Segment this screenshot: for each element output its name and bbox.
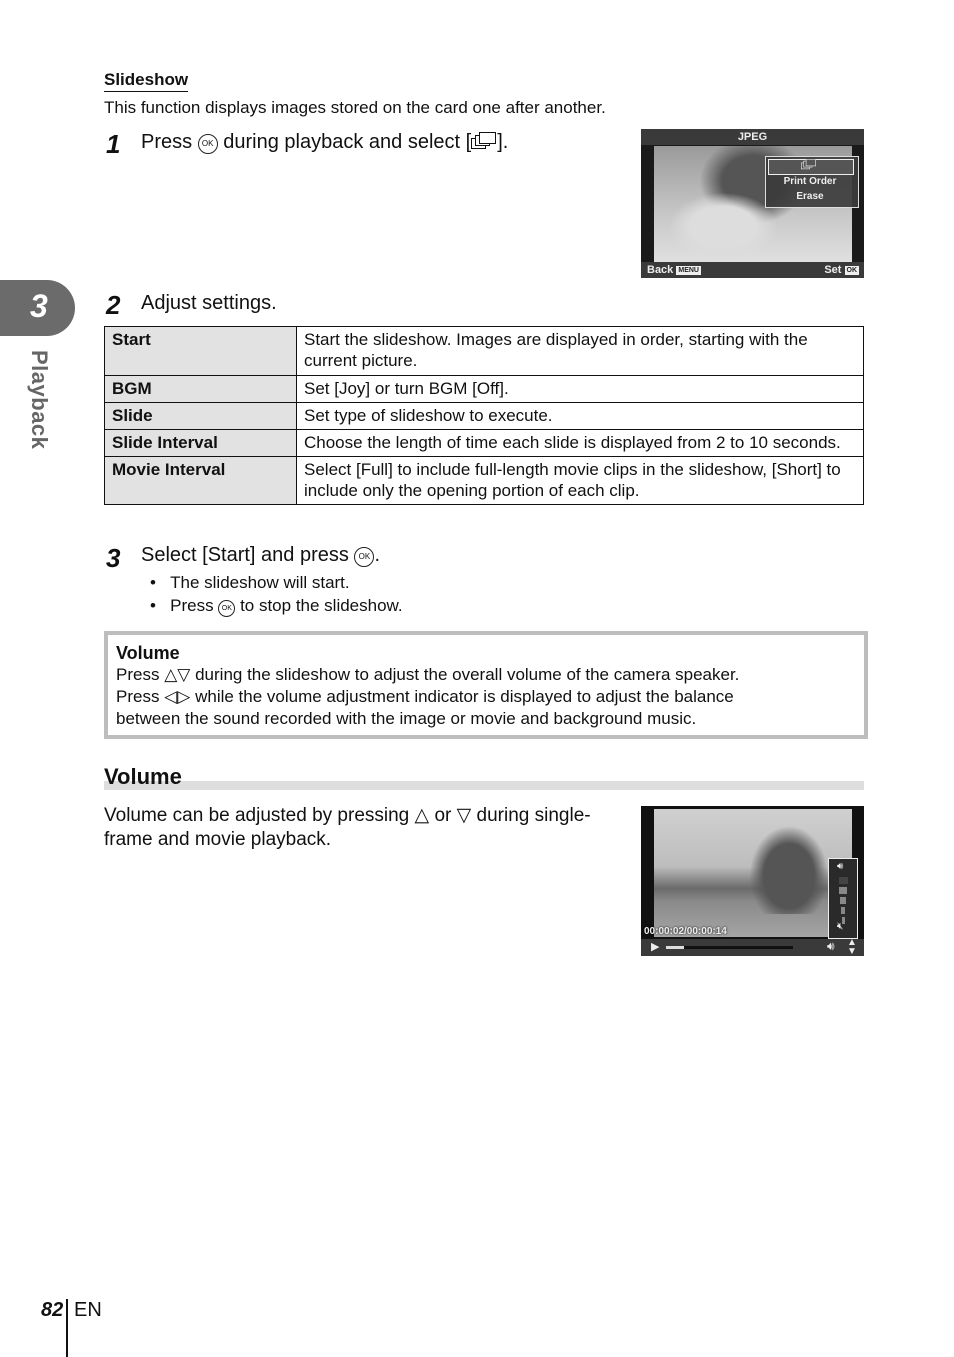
setting-description: Set [Joy] or turn BGM [Off]. — [296, 375, 864, 403]
ok-button-icon: OK — [197, 134, 218, 154]
bullet-text-before: Press — [170, 596, 214, 615]
volume-note-box: Volume Press △▽ during the slideshow to … — [104, 631, 868, 739]
up-down-arrows-icon: △▽ — [164, 665, 191, 684]
note-text: while the volume adjustment indicator is… — [195, 687, 734, 706]
setting-name: Movie Interval — [104, 456, 297, 505]
menu-button-tag: MENU — [676, 266, 701, 275]
volume-text-before: Volume can be adjusted by pressing — [104, 805, 410, 826]
volume-icon[interactable]: 🔊︎ — [827, 939, 835, 954]
note-line-1: Press △▽ during the slideshow to adjust … — [116, 664, 864, 686]
bullet-text: The slideshow will start. — [170, 573, 350, 592]
camera-screen-playback-menu: JPEG Print Order Erase Back MENU Set OK — [641, 129, 864, 278]
language-code: EN — [74, 1299, 102, 1321]
camera-screen-movie-playback: 🔊︎ 🔇︎ 00:00:02/00:00:14 ▶ 🔊︎ ▲ ▼ — [641, 806, 864, 957]
table-row: Movie Interval Select [Full] to include f… — [104, 456, 864, 505]
step-2-text: Adjust settings. — [141, 292, 277, 314]
chapter-number: 3 — [30, 288, 48, 324]
table-row: Start Start the slideshow. Images are dis… — [104, 326, 864, 376]
chapter-label: Playback — [27, 350, 52, 450]
volume-indicator: 🔊︎ 🔇︎ — [828, 858, 858, 939]
volume-segment — [840, 907, 846, 914]
note-text: Press — [116, 687, 160, 706]
setting-name: BGM — [104, 375, 297, 403]
bullet-item: • The slideshow will start. — [150, 573, 350, 592]
ok-button-tag: OK — [844, 266, 859, 275]
setting-name: Slide Interval — [104, 429, 297, 457]
volume-segment — [839, 887, 847, 894]
up-down-icon[interactable]: ▲ ▼ — [847, 938, 857, 957]
table-row: Slide Interval Choose the length of time … — [104, 429, 864, 457]
section-title: Slideshow — [104, 70, 189, 92]
step-2-number: 2 — [106, 290, 121, 320]
slideshow-icon — [471, 132, 497, 150]
back-label: Back — [647, 264, 674, 276]
step-3-text-end: . — [374, 544, 381, 566]
down-arrow-icon: ▽ — [456, 805, 472, 826]
screen-title: JPEG — [641, 129, 864, 145]
timecode: 00:00:02/00:00:14 — [644, 926, 727, 937]
set-label: Set — [824, 264, 842, 276]
playback-menu: Print Order Erase — [765, 156, 859, 208]
volume-heading: Volume — [104, 764, 182, 789]
note-line-3: between the sound recorded with the imag… — [116, 709, 697, 728]
setting-name: Slide — [104, 402, 297, 430]
setting-description: Set type of slideshow to execute. — [296, 402, 864, 430]
table-row: Slide Set type of slideshow to execute. — [104, 402, 864, 430]
menu-item-erase[interactable]: Erase — [766, 191, 854, 202]
movie-frame-seagull — [654, 809, 852, 937]
section-intro: This function displays images stored on … — [104, 98, 606, 117]
setting-name: Start — [104, 326, 297, 376]
ok-button-icon: OK — [218, 600, 236, 617]
mute-icon: 🔇︎ — [837, 921, 844, 932]
step-3-text: Select [Start] and press OK. — [141, 544, 380, 567]
bullet-item: • Press OK to stop the slideshow. — [150, 596, 403, 617]
back-hint: Back MENU — [647, 262, 701, 278]
volume-description: Volume can be adjusted by pressing △ or … — [104, 804, 634, 852]
setting-description: Choose the length of time each slide is … — [296, 429, 864, 457]
playback-control-bar: ▶ 🔊︎ ▲ ▼ — [641, 938, 864, 957]
setting-description: Start the slideshow. Images are displaye… — [296, 326, 864, 376]
ok-button-icon: OK — [354, 547, 375, 567]
bullet-text-after: to stop the slideshow. — [240, 596, 403, 615]
volume-segment — [838, 877, 848, 884]
set-hint: Set OK — [824, 262, 859, 278]
setting-description: Select [Full] to include full-length mov… — [296, 456, 864, 505]
play-icon[interactable]: ▶ — [651, 940, 659, 953]
note-title: Volume — [116, 643, 180, 663]
volume-segment — [840, 897, 846, 904]
note-text: Press — [116, 665, 160, 684]
left-right-arrows-icon: ◁▷ — [164, 687, 191, 706]
step-1-text-before: Press — [141, 131, 193, 153]
slideshow-settings-table: Start Start the slideshow. Images are dis… — [104, 326, 864, 505]
step-1-text: Press OK during playback and select []. — [141, 131, 508, 154]
footer-divider — [66, 1299, 68, 1357]
seagull-shape — [744, 819, 834, 914]
step-1-text-after: during playback and select [ — [223, 131, 472, 153]
screen-bottom-bar: Back MENU Set OK — [641, 262, 864, 278]
step-3-number: 3 — [106, 543, 121, 573]
volume-text-or: or — [434, 805, 452, 826]
speaker-icon: 🔊︎ — [837, 861, 844, 872]
heading-underline-bar — [104, 781, 864, 790]
step-1-number: 1 — [106, 129, 121, 159]
note-text: during the slideshow to adjust the overa… — [195, 665, 740, 684]
slideshow-icon — [801, 159, 817, 170]
page-number: 82 — [41, 1299, 64, 1321]
step-1-text-end: ]. — [497, 131, 509, 153]
table-row: BGM Set [Joy] or turn BGM [Off]. — [104, 375, 864, 403]
up-arrow-icon: △ — [414, 805, 430, 826]
step-3-text-before: Select [Start] and press — [141, 544, 349, 566]
progress-fill — [666, 946, 684, 949]
note-line-2: Press ◁▷ while the volume adjustment ind… — [116, 686, 864, 708]
menu-item-print-order[interactable]: Print Order — [766, 176, 854, 187]
progress-bar[interactable] — [666, 946, 793, 949]
menu-item-slideshow[interactable] — [768, 159, 854, 175]
